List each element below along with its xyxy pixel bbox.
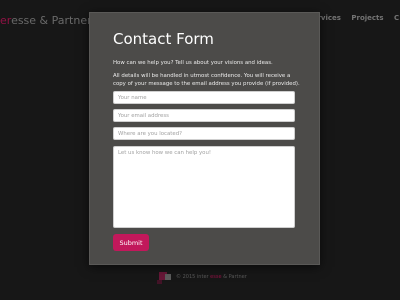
- name-input[interactable]: [113, 91, 295, 104]
- privacy-text: All details will be handled in utmost co…: [113, 73, 300, 87]
- page: eresse & Partner Services Projects C © 2…: [0, 0, 400, 300]
- message-textarea[interactable]: [113, 146, 295, 228]
- intro-text: How can we help you? Tell us about your …: [113, 60, 273, 66]
- contact-modal: Contact Form How can we help you? Tell u…: [89, 12, 320, 265]
- modal-title: Contact Form: [113, 30, 214, 48]
- submit-button[interactable]: Submit: [113, 234, 149, 251]
- email-input[interactable]: [113, 109, 295, 122]
- location-input[interactable]: [113, 127, 295, 140]
